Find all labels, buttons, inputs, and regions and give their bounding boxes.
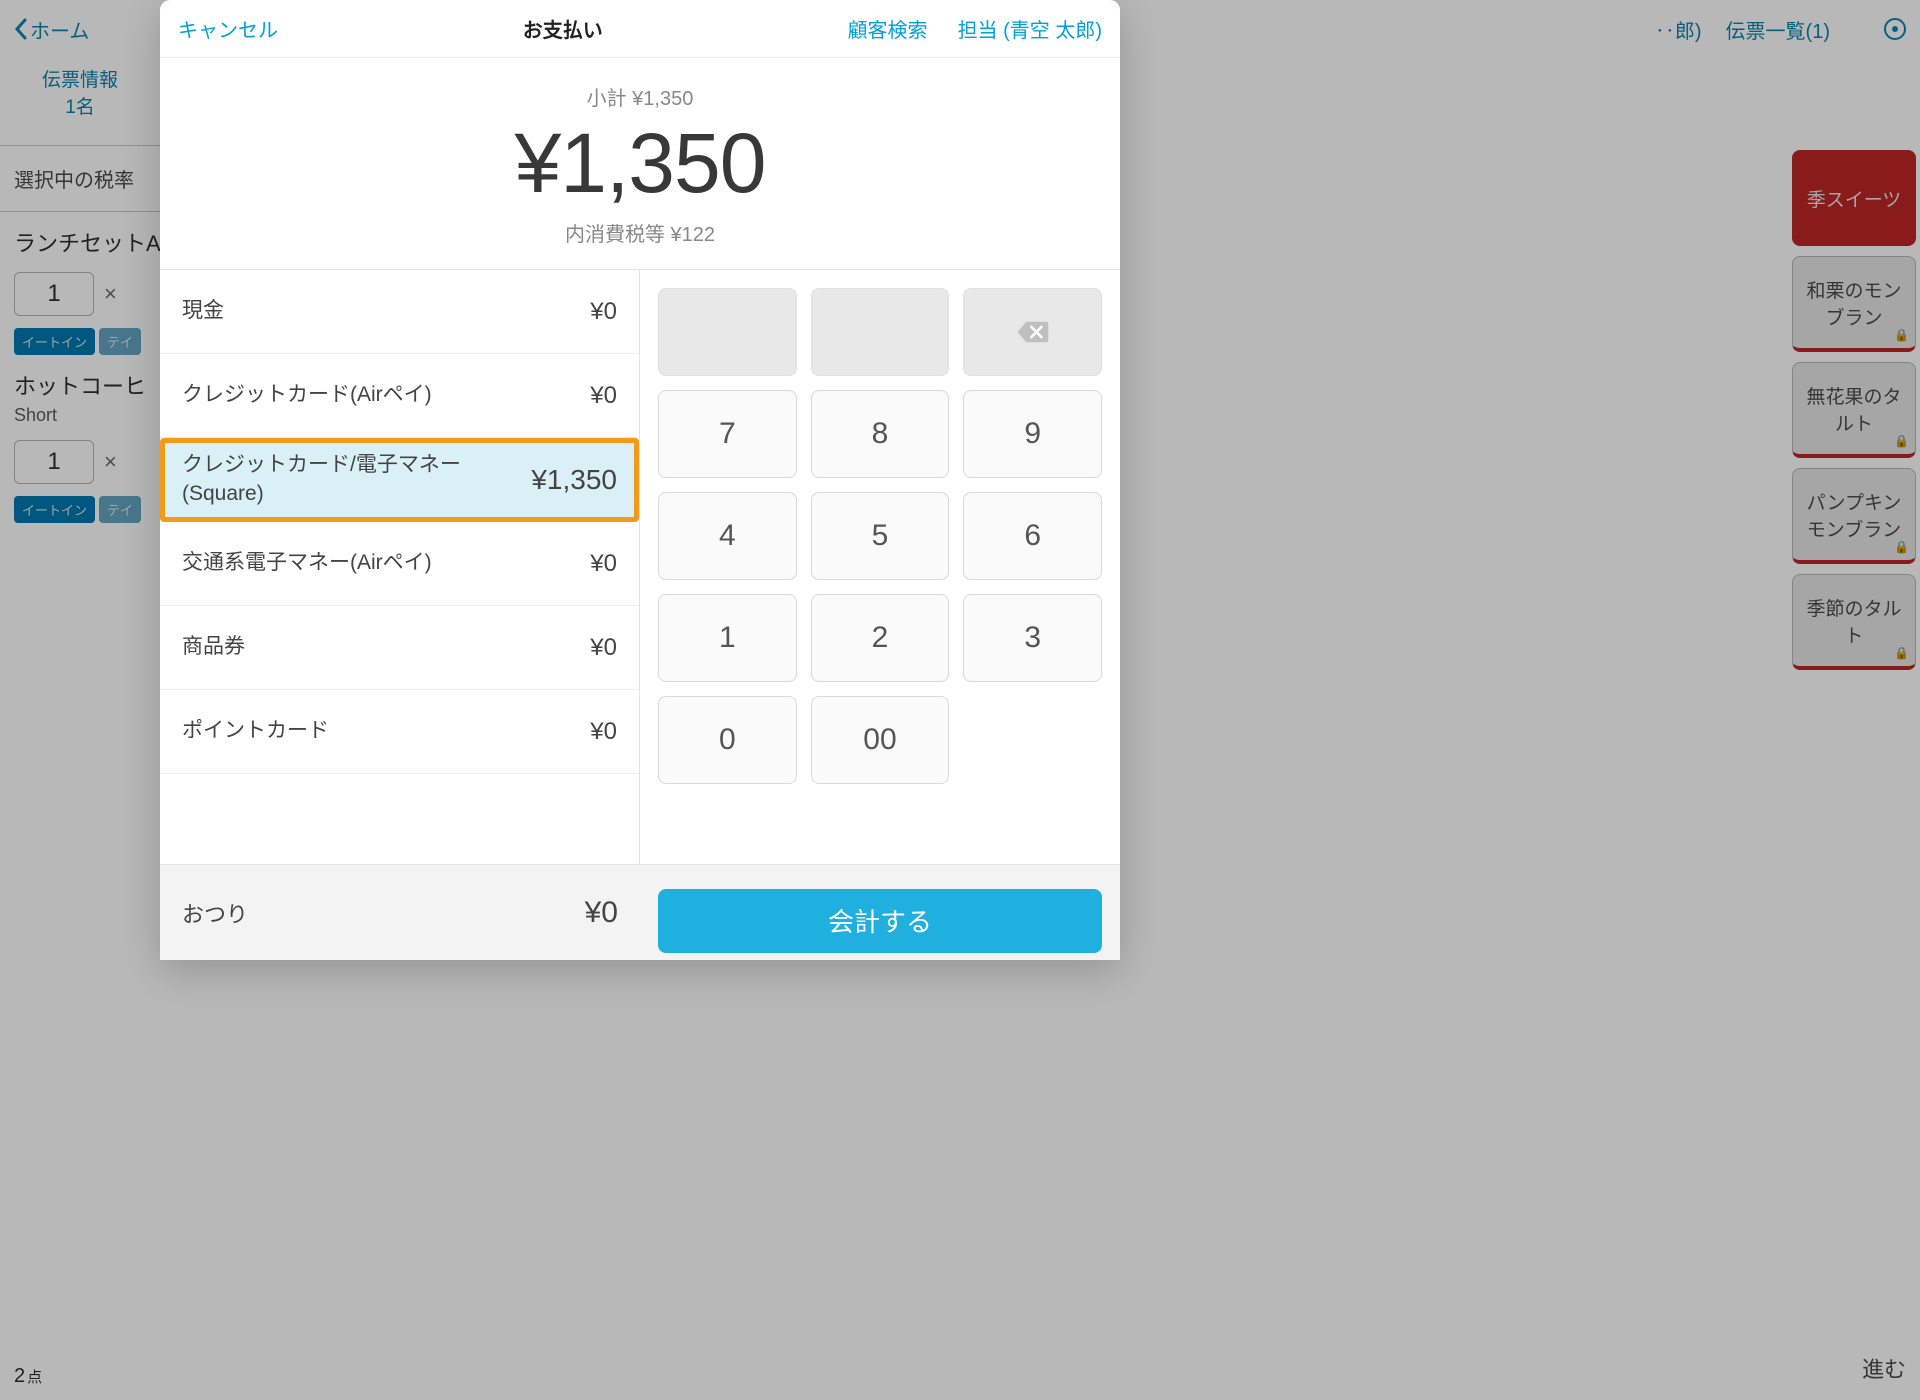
- keypad-2[interactable]: 2: [811, 594, 950, 682]
- payment-method-amount: ¥0: [590, 718, 617, 746]
- keypad-blank: [811, 288, 950, 376]
- change-amount: ¥0: [585, 896, 618, 930]
- keypad-5[interactable]: 5: [811, 492, 950, 580]
- payment-method-row[interactable]: 商品券 ¥0: [160, 606, 639, 690]
- change-label: おつり: [182, 897, 248, 929]
- payment-method-name: 現金: [182, 297, 224, 325]
- payment-method-name: クレジットカード/電子マネー(Square): [182, 451, 482, 508]
- payment-method-row[interactable]: 交通系電子マネー(Airペイ) ¥0: [160, 522, 639, 606]
- subtotal-label: 小計 ¥1,350: [160, 82, 1120, 111]
- cancel-button[interactable]: キャンセル: [178, 14, 278, 43]
- payment-method-amount: ¥0: [590, 382, 617, 410]
- keypad-7[interactable]: 7: [658, 390, 797, 478]
- backspace-icon: [1016, 319, 1050, 345]
- keypad-1[interactable]: 1: [658, 594, 797, 682]
- keypad-6[interactable]: 6: [963, 492, 1102, 580]
- payment-method-name: ポイントカード: [182, 717, 329, 745]
- payment-method-amount: ¥0: [590, 550, 617, 578]
- keypad-0[interactable]: 0: [658, 696, 797, 784]
- payment-method-row[interactable]: クレジットカード/電子マネー(Square) ¥1,350: [160, 438, 639, 522]
- keypad-00[interactable]: 00: [811, 696, 950, 784]
- keypad-4[interactable]: 4: [658, 492, 797, 580]
- payment-method-row[interactable]: クレジットカード(Airペイ) ¥0: [160, 354, 639, 438]
- payment-method-row[interactable]: ポイントカード ¥0: [160, 690, 639, 774]
- backspace-key[interactable]: [963, 288, 1102, 376]
- payment-methods-list: 現金 ¥0 クレジットカード(Airペイ) ¥0 クレジットカード/電子マネー(Squa…: [160, 270, 640, 864]
- payment-method-name: 交通系電子マネー(Airペイ): [182, 549, 432, 577]
- modal-title: お支払い: [523, 14, 603, 43]
- grand-total: ¥1,350: [160, 115, 1120, 212]
- totals-block: 小計 ¥1,350 ¥1,350 内消費税等 ¥122: [160, 58, 1120, 269]
- keypad-blank: [658, 288, 797, 376]
- customer-search-link[interactable]: 顧客検索: [848, 14, 928, 43]
- keypad-9[interactable]: 9: [963, 390, 1102, 478]
- staff-link[interactable]: 担当 (青空 太郎): [958, 14, 1102, 43]
- payment-method-row[interactable]: 現金 ¥0: [160, 270, 639, 354]
- checkout-button[interactable]: 会計する: [658, 889, 1102, 953]
- keypad-8[interactable]: 8: [811, 390, 950, 478]
- numeric-keypad: 789456123000: [658, 288, 1102, 784]
- payment-method-amount: ¥0: [590, 634, 617, 662]
- keypad-3[interactable]: 3: [963, 594, 1102, 682]
- payment-method-amount: ¥0: [590, 298, 617, 326]
- payment-modal: キャンセル お支払い 顧客検索 担当 (青空 太郎) 小計 ¥1,350 ¥1,…: [160, 0, 1120, 960]
- tax-included-label: 内消費税等 ¥122: [160, 218, 1120, 247]
- payment-method-name: クレジットカード(Airペイ): [182, 381, 432, 409]
- payment-method-amount: ¥1,350: [531, 464, 617, 496]
- payment-method-name: 商品券: [182, 633, 245, 661]
